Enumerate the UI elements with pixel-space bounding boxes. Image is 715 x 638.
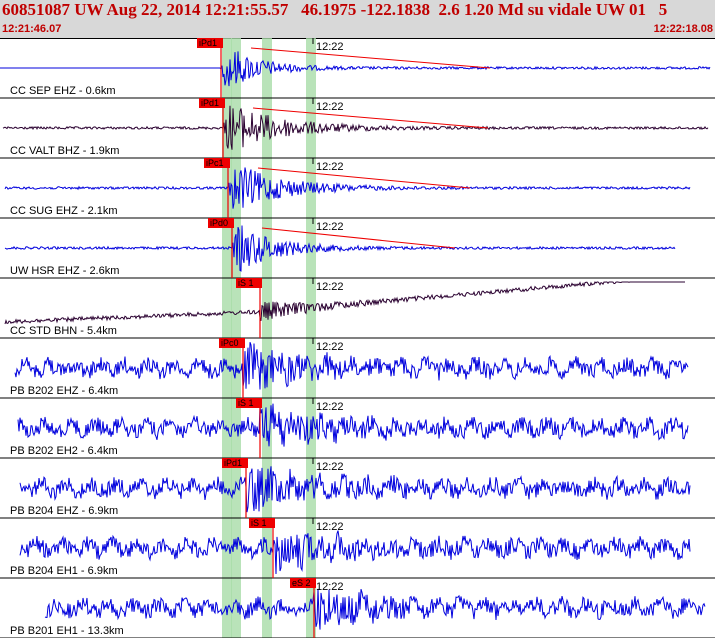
time-label: 12:22	[316, 281, 344, 293]
window-start-time: 12:21:46.07	[2, 23, 62, 35]
trace-row[interactable]: iS 1 12:22 CC STD BHN - 5.4km	[0, 278, 715, 339]
pick-phase-label: iS 1	[238, 398, 254, 408]
waveform	[14, 342, 689, 390]
time-label: 12:22	[316, 581, 344, 593]
station-label: PB B204 EH1 - 6.9km	[10, 565, 118, 577]
seismogram-panel[interactable]: iPd1 12:22 CC SEP EHZ - 0.6km iPd1 12:22 CC V…	[0, 38, 715, 638]
trace-row[interactable]: iPd1 12:22 CC SEP EHZ - 0.6km	[0, 38, 715, 99]
pick-phase-label: iS 1	[251, 518, 267, 528]
time-label: 12:22	[316, 41, 344, 53]
station-label: PB B204 EHZ - 6.9km	[10, 505, 118, 517]
trace-row[interactable]: iPc1 12:22 CC SUG EHZ - 2.1km	[0, 158, 715, 219]
pick-phase-label: iPc1	[206, 158, 224, 168]
time-label: 12:22	[316, 341, 344, 353]
coda-line	[250, 47, 491, 69]
time-label: 12:22	[316, 461, 344, 473]
time-label: 12:22	[316, 521, 344, 533]
trace-row[interactable]: eS 2 12:22 PB B201 EH1 - 13.3km	[0, 578, 715, 638]
pick-phase-label: iPd1	[224, 458, 242, 468]
pick-phase-label: iS 1	[238, 278, 254, 288]
trace-row[interactable]: iPd0 12:22 UW HSR EHZ - 2.6km	[0, 218, 715, 279]
waveform	[4, 281, 685, 325]
station-label: CC SEP EHZ - 0.6km	[10, 85, 116, 97]
station-label: CC STD BHN - 5.4km	[10, 325, 117, 337]
waveform	[19, 530, 691, 575]
pick-phase-label: iPd1	[199, 38, 217, 48]
trace-row[interactable]: iS 1 12:22 PB B204 EH1 - 6.9km	[0, 518, 715, 579]
station-label: CC VALT BHZ - 1.9km	[10, 145, 119, 157]
trace-row[interactable]: iPc0 12:22 PB B202 EHZ - 6.4km	[0, 338, 715, 399]
station-label: PB B202 EH2 - 6.4km	[10, 445, 118, 457]
station-label: UW HSR EHZ - 2.6km	[10, 265, 119, 277]
waveform	[17, 403, 689, 447]
event-header: 60851087 UW Aug 22, 2014 12:21:55.57 46.…	[0, 0, 715, 39]
pick-phase-label: iPd0	[210, 218, 228, 228]
pick-phase-label: iPd1	[201, 98, 219, 108]
trace-row[interactable]: iS 1 12:22 PB B202 EH2 - 6.4km	[0, 398, 715, 459]
station-label: CC SUG EHZ - 2.1km	[10, 205, 118, 217]
time-label: 12:22	[316, 221, 344, 233]
station-label: PB B202 EHZ - 6.4km	[10, 385, 118, 397]
waveform	[2, 105, 709, 150]
trace-row[interactable]: iPd1 12:22 PB B204 EHZ - 6.9km	[0, 458, 715, 519]
pick-phase-label: eS 2	[292, 578, 311, 588]
station-label: PB B201 EH1 - 13.3km	[10, 625, 124, 637]
time-label: 12:22	[316, 101, 344, 113]
time-label: 12:22	[316, 161, 344, 173]
event-title: 60851087 UW Aug 22, 2014 12:21:55.57 46.…	[2, 0, 668, 19]
waveform	[19, 466, 691, 513]
trace-row[interactable]: iPd1 12:22 CC VALT BHZ - 1.9km	[0, 98, 715, 159]
waveform	[44, 588, 706, 630]
pick-phase-label: iPc0	[221, 338, 239, 348]
time-label: 12:22	[316, 401, 344, 413]
window-end-time: 12:22:18.08	[653, 23, 713, 35]
waveform	[4, 167, 691, 209]
